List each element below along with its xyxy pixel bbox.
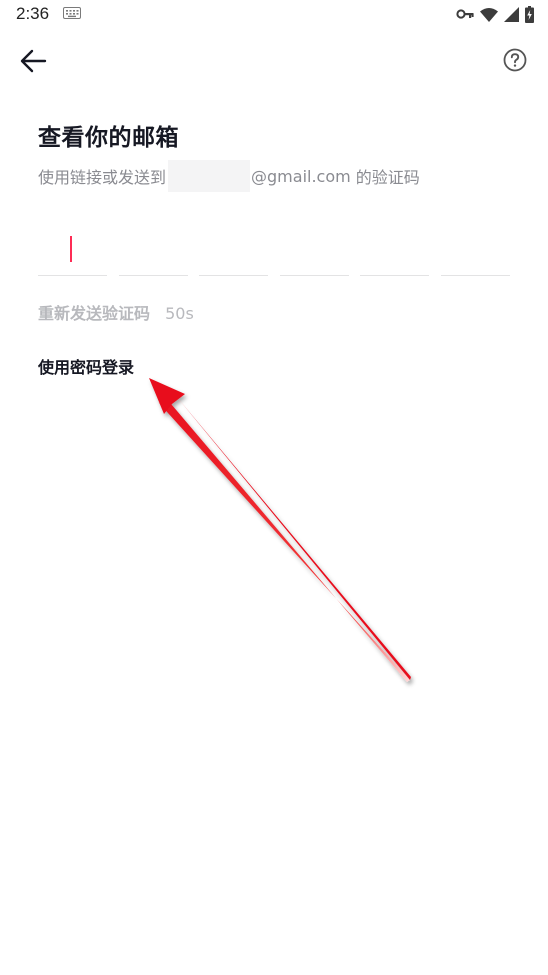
battery-charging-icon [525,5,534,23]
subtitle-suffix: 的验证码 [350,168,420,187]
otp-digit-5[interactable] [360,222,430,276]
otp-digit-6[interactable] [440,222,510,276]
resend-code: 重新发送验证码 50s [38,300,194,324]
wifi-icon [480,7,498,22]
arrow-left-icon [20,49,47,73]
email-redaction [168,160,251,192]
otp-digit-4[interactable] [279,222,349,276]
otp-digit-2[interactable] [118,222,188,276]
otp-digit-1[interactable] [38,222,107,276]
page-title: 查看你的邮箱 [38,125,179,151]
subtitle-prefix: 使用链接或发送到 [38,168,167,187]
status-time: 2:36 [16,4,50,23]
vpn-key-icon [456,9,474,19]
subtitle: 使用链接或发送到 @gmail.com 的验证码 [38,160,420,192]
back-button[interactable] [14,42,52,80]
help-button[interactable] [500,45,530,75]
otp-digit-3[interactable] [199,222,269,276]
keyboard-icon [63,7,81,19]
status-bar: 2:36 [0,0,548,28]
question-circle-icon [503,48,527,72]
status-icons [456,5,534,23]
password-login-link[interactable]: 使用密码登录 [38,354,134,378]
resend-countdown: 50s [165,304,194,323]
resend-code-label: 重新发送验证码 [38,304,151,323]
subtitle-email-domain: @gmail.com [251,166,351,186]
signal-icon [504,6,519,22]
text-caret [70,236,72,262]
otp-input[interactable] [38,222,510,276]
